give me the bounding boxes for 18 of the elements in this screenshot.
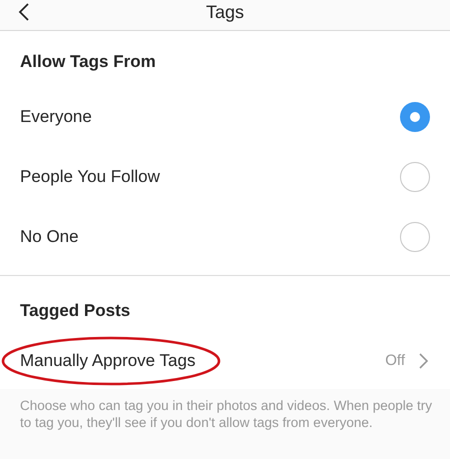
radio-button[interactable] [400, 222, 430, 252]
help-text: Choose who can tag you in their photos and videos. When people try to tag you, they'll see if you don't allow tags from everyone. [0, 389, 450, 459]
option-label: People You Follow [20, 166, 160, 188]
option-label: Everyone [20, 106, 92, 128]
radio-button[interactable] [400, 102, 430, 132]
option-row[interactable]: Everyone [0, 86, 450, 146]
back-icon [18, 3, 30, 21]
radio-button[interactable] [400, 162, 430, 192]
chevron-right-icon [419, 353, 428, 369]
section-title: Tagged Posts [19, 300, 132, 322]
header-title: Tags [206, 2, 244, 22]
option-row[interactable]: No One [0, 206, 450, 266]
option-row[interactable]: People You Follow [0, 146, 450, 206]
setting-label: Manually Approve Tags [20, 350, 196, 372]
setting-row[interactable]: Manually Approve Tags Off [0, 333, 450, 389]
section-title: Allow Tags From [19, 51, 157, 73]
option-label: No One [20, 226, 79, 248]
setting-value: Off [385, 350, 405, 371]
